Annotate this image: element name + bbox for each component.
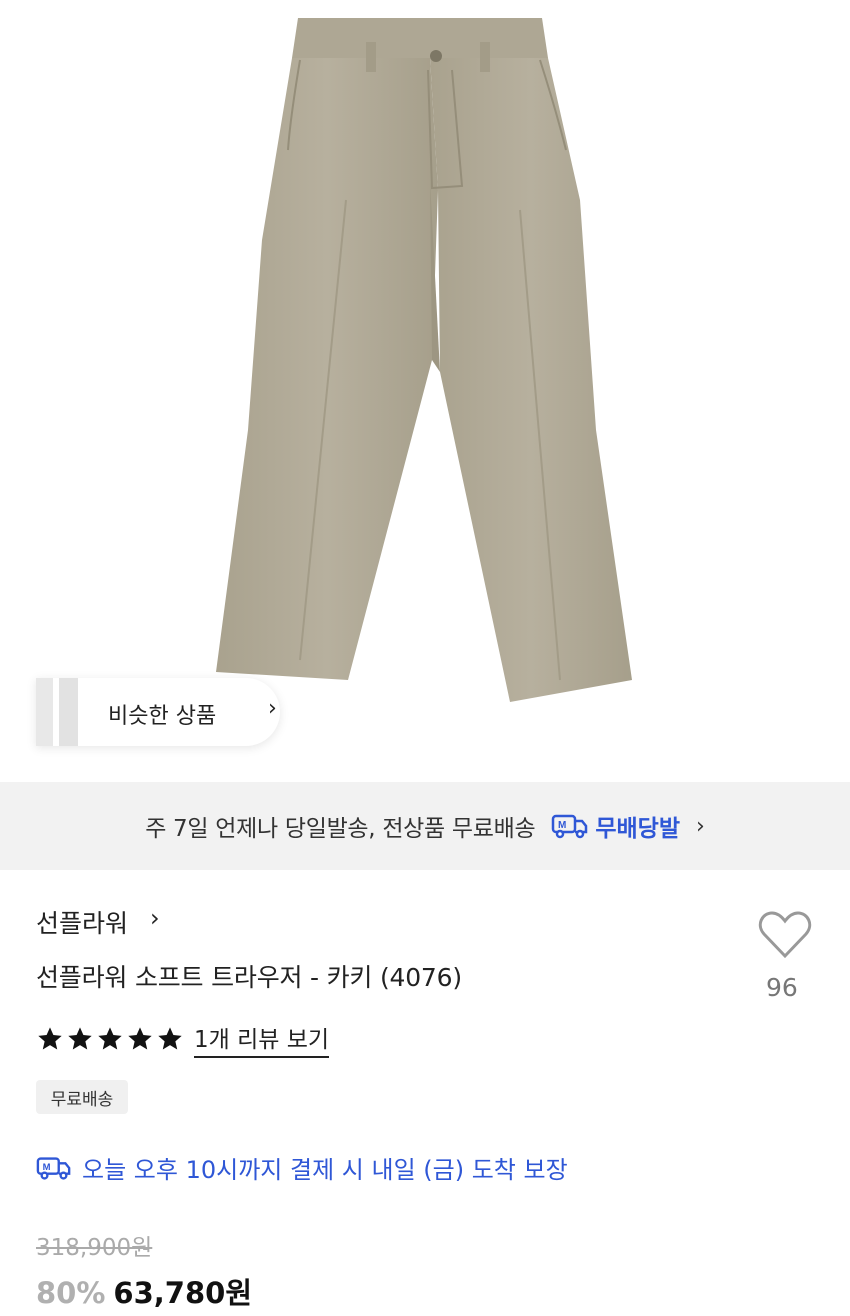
delivery-truck-icon: M [552,814,588,839]
star-icon [158,1027,182,1050]
arrival-notice: M 오늘 오후 10시까지 결제 시 내일 (금) 도착 보장 [36,1150,568,1185]
sale-price-row: 80% 63,780원 [36,1270,252,1312]
chevron-right-icon: › [150,904,160,932]
original-price: 318,900원 [36,1235,153,1261]
similar-products-label: 비슷한 상품 [108,704,217,729]
arrival-notice-text: 오늘 오후 10시까지 결제 시 내일 (금) 도착 보장 [82,1156,568,1184]
mubaedangbal-text: 무배당발 [595,816,680,842]
star-icon [98,1027,122,1050]
shipping-banner-text: 주 7일 언제나 당일발송, 전상품 무료배송 [145,816,536,842]
heart-icon[interactable] [758,910,812,960]
chevron-right-icon: › [696,813,705,839]
similar-thumbnail [36,678,78,746]
final-price: 63,780원 [113,1276,253,1310]
svg-text:M: M [558,820,566,831]
discount-rate: 80% [36,1276,106,1310]
free-shipping-badge: 무료배송 [36,1080,128,1114]
trousers-image [216,18,632,702]
star-icon [38,1027,62,1050]
chevron-right-icon: › [268,696,277,721]
star-icon [128,1027,152,1050]
mubaedangbal-logo: M 무배당발 [551,809,680,843]
delivery-truck-icon: M [36,1156,71,1180]
rating-row: 1개 리뷰 보기 [36,1020,330,1058]
star-icon [68,1027,92,1050]
brand-link[interactable]: 선플라워 [36,904,128,940]
similar-products-button[interactable]: 비슷한 상품 › [36,678,280,746]
product-image[interactable]: 비슷한 상품 › [0,0,850,780]
like-count: 96 [766,973,798,1002]
rating-stars [36,1025,184,1053]
svg-text:M: M [43,1161,51,1172]
review-link[interactable]: 1개 리뷰 보기 [194,1020,330,1058]
product-title: 선플라워 소프트 트라우저 - 카키 (4076) [36,963,462,992]
shipping-banner[interactable]: 주 7일 언제나 당일발송, 전상품 무료배송 M 무배당발 › [0,782,850,870]
